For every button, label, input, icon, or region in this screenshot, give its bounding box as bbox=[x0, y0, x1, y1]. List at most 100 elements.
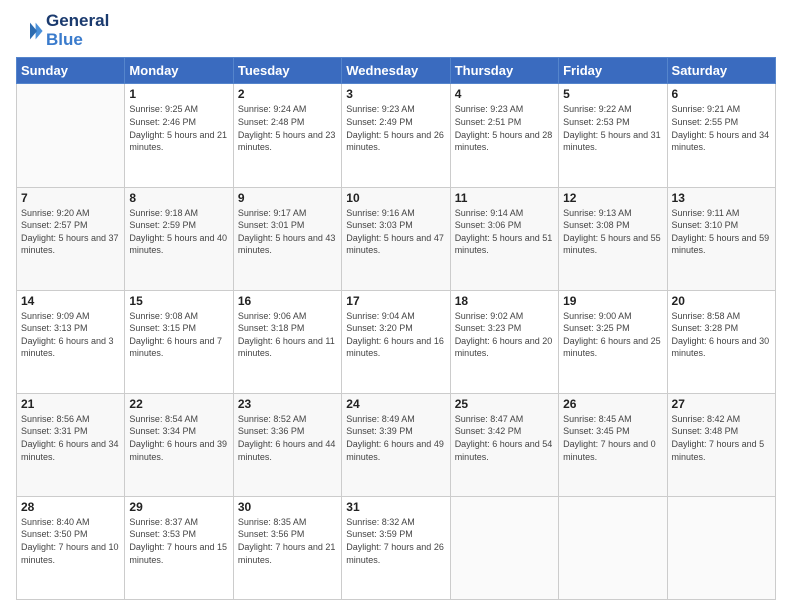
day-info: Sunrise: 9:08 AMSunset: 3:15 PMDaylight:… bbox=[129, 311, 222, 359]
day-info: Sunrise: 9:25 AMSunset: 2:46 PMDaylight:… bbox=[129, 104, 227, 152]
calendar-cell: 18 Sunrise: 9:02 AMSunset: 3:23 PMDaylig… bbox=[450, 290, 558, 393]
calendar-cell: 27 Sunrise: 8:42 AMSunset: 3:48 PMDaylig… bbox=[667, 393, 775, 496]
calendar-week-row: 14 Sunrise: 9:09 AMSunset: 3:13 PMDaylig… bbox=[17, 290, 776, 393]
day-info: Sunrise: 9:24 AMSunset: 2:48 PMDaylight:… bbox=[238, 104, 336, 152]
day-info: Sunrise: 9:23 AMSunset: 2:49 PMDaylight:… bbox=[346, 104, 444, 152]
calendar-cell: 2 Sunrise: 9:24 AMSunset: 2:48 PMDayligh… bbox=[233, 84, 341, 187]
day-number: 15 bbox=[129, 294, 228, 308]
day-number: 13 bbox=[672, 191, 771, 205]
day-number: 27 bbox=[672, 397, 771, 411]
calendar-cell: 29 Sunrise: 8:37 AMSunset: 3:53 PMDaylig… bbox=[125, 496, 233, 599]
day-info: Sunrise: 8:32 AMSunset: 3:59 PMDaylight:… bbox=[346, 517, 444, 565]
calendar-cell: 3 Sunrise: 9:23 AMSunset: 2:49 PMDayligh… bbox=[342, 84, 450, 187]
calendar-week-row: 21 Sunrise: 8:56 AMSunset: 3:31 PMDaylig… bbox=[17, 393, 776, 496]
day-number: 4 bbox=[455, 87, 554, 101]
day-info: Sunrise: 8:42 AMSunset: 3:48 PMDaylight:… bbox=[672, 414, 765, 462]
day-number: 22 bbox=[129, 397, 228, 411]
logo: General Blue bbox=[16, 12, 109, 49]
calendar-cell: 22 Sunrise: 8:54 AMSunset: 3:34 PMDaylig… bbox=[125, 393, 233, 496]
calendar-cell: 5 Sunrise: 9:22 AMSunset: 2:53 PMDayligh… bbox=[559, 84, 667, 187]
calendar-header-row: SundayMondayTuesdayWednesdayThursdayFrid… bbox=[17, 58, 776, 84]
day-info: Sunrise: 8:45 AMSunset: 3:45 PMDaylight:… bbox=[563, 414, 656, 462]
day-number: 5 bbox=[563, 87, 662, 101]
calendar-cell: 17 Sunrise: 9:04 AMSunset: 3:20 PMDaylig… bbox=[342, 290, 450, 393]
logo-text: General Blue bbox=[46, 12, 109, 49]
calendar-cell: 12 Sunrise: 9:13 AMSunset: 3:08 PMDaylig… bbox=[559, 187, 667, 290]
day-number: 6 bbox=[672, 87, 771, 101]
calendar-cell bbox=[559, 496, 667, 599]
day-info: Sunrise: 9:13 AMSunset: 3:08 PMDaylight:… bbox=[563, 208, 661, 256]
day-number: 1 bbox=[129, 87, 228, 101]
col-header-sunday: Sunday bbox=[17, 58, 125, 84]
day-info: Sunrise: 9:02 AMSunset: 3:23 PMDaylight:… bbox=[455, 311, 553, 359]
day-number: 12 bbox=[563, 191, 662, 205]
calendar-cell: 21 Sunrise: 8:56 AMSunset: 3:31 PMDaylig… bbox=[17, 393, 125, 496]
day-info: Sunrise: 9:00 AMSunset: 3:25 PMDaylight:… bbox=[563, 311, 661, 359]
col-header-thursday: Thursday bbox=[450, 58, 558, 84]
col-header-friday: Friday bbox=[559, 58, 667, 84]
day-info: Sunrise: 9:22 AMSunset: 2:53 PMDaylight:… bbox=[563, 104, 661, 152]
calendar-cell: 13 Sunrise: 9:11 AMSunset: 3:10 PMDaylig… bbox=[667, 187, 775, 290]
calendar-cell bbox=[667, 496, 775, 599]
calendar-cell: 15 Sunrise: 9:08 AMSunset: 3:15 PMDaylig… bbox=[125, 290, 233, 393]
day-info: Sunrise: 9:21 AMSunset: 2:55 PMDaylight:… bbox=[672, 104, 770, 152]
day-number: 2 bbox=[238, 87, 337, 101]
day-number: 9 bbox=[238, 191, 337, 205]
day-number: 14 bbox=[21, 294, 120, 308]
day-number: 29 bbox=[129, 500, 228, 514]
day-info: Sunrise: 9:04 AMSunset: 3:20 PMDaylight:… bbox=[346, 311, 444, 359]
day-info: Sunrise: 9:11 AMSunset: 3:10 PMDaylight:… bbox=[672, 208, 770, 256]
day-number: 11 bbox=[455, 191, 554, 205]
day-number: 26 bbox=[563, 397, 662, 411]
day-info: Sunrise: 8:58 AMSunset: 3:28 PMDaylight:… bbox=[672, 311, 770, 359]
day-number: 20 bbox=[672, 294, 771, 308]
day-info: Sunrise: 9:06 AMSunset: 3:18 PMDaylight:… bbox=[238, 311, 335, 359]
day-info: Sunrise: 9:20 AMSunset: 2:57 PMDaylight:… bbox=[21, 208, 119, 256]
calendar-cell bbox=[17, 84, 125, 187]
calendar-cell bbox=[450, 496, 558, 599]
calendar-cell: 23 Sunrise: 8:52 AMSunset: 3:36 PMDaylig… bbox=[233, 393, 341, 496]
day-info: Sunrise: 8:54 AMSunset: 3:34 PMDaylight:… bbox=[129, 414, 227, 462]
header: General Blue bbox=[16, 12, 776, 49]
day-number: 30 bbox=[238, 500, 337, 514]
day-info: Sunrise: 8:52 AMSunset: 3:36 PMDaylight:… bbox=[238, 414, 336, 462]
calendar-cell: 19 Sunrise: 9:00 AMSunset: 3:25 PMDaylig… bbox=[559, 290, 667, 393]
calendar-cell: 26 Sunrise: 8:45 AMSunset: 3:45 PMDaylig… bbox=[559, 393, 667, 496]
day-info: Sunrise: 9:23 AMSunset: 2:51 PMDaylight:… bbox=[455, 104, 553, 152]
day-number: 17 bbox=[346, 294, 445, 308]
calendar-cell: 11 Sunrise: 9:14 AMSunset: 3:06 PMDaylig… bbox=[450, 187, 558, 290]
day-info: Sunrise: 8:47 AMSunset: 3:42 PMDaylight:… bbox=[455, 414, 553, 462]
day-number: 25 bbox=[455, 397, 554, 411]
day-number: 16 bbox=[238, 294, 337, 308]
calendar-cell: 20 Sunrise: 8:58 AMSunset: 3:28 PMDaylig… bbox=[667, 290, 775, 393]
calendar-cell: 10 Sunrise: 9:16 AMSunset: 3:03 PMDaylig… bbox=[342, 187, 450, 290]
day-number: 23 bbox=[238, 397, 337, 411]
day-number: 21 bbox=[21, 397, 120, 411]
day-number: 19 bbox=[563, 294, 662, 308]
calendar-cell: 7 Sunrise: 9:20 AMSunset: 2:57 PMDayligh… bbox=[17, 187, 125, 290]
calendar-cell: 1 Sunrise: 9:25 AMSunset: 2:46 PMDayligh… bbox=[125, 84, 233, 187]
calendar-cell: 8 Sunrise: 9:18 AMSunset: 2:59 PMDayligh… bbox=[125, 187, 233, 290]
col-header-wednesday: Wednesday bbox=[342, 58, 450, 84]
calendar-table: SundayMondayTuesdayWednesdayThursdayFrid… bbox=[16, 57, 776, 600]
day-info: Sunrise: 9:16 AMSunset: 3:03 PMDaylight:… bbox=[346, 208, 444, 256]
logo-icon bbox=[16, 17, 44, 45]
day-info: Sunrise: 8:49 AMSunset: 3:39 PMDaylight:… bbox=[346, 414, 444, 462]
calendar-cell: 30 Sunrise: 8:35 AMSunset: 3:56 PMDaylig… bbox=[233, 496, 341, 599]
day-info: Sunrise: 8:37 AMSunset: 3:53 PMDaylight:… bbox=[129, 517, 227, 565]
col-header-saturday: Saturday bbox=[667, 58, 775, 84]
calendar-week-row: 1 Sunrise: 9:25 AMSunset: 2:46 PMDayligh… bbox=[17, 84, 776, 187]
calendar-cell: 24 Sunrise: 8:49 AMSunset: 3:39 PMDaylig… bbox=[342, 393, 450, 496]
calendar-cell: 4 Sunrise: 9:23 AMSunset: 2:51 PMDayligh… bbox=[450, 84, 558, 187]
calendar-cell: 31 Sunrise: 8:32 AMSunset: 3:59 PMDaylig… bbox=[342, 496, 450, 599]
day-number: 28 bbox=[21, 500, 120, 514]
day-info: Sunrise: 9:18 AMSunset: 2:59 PMDaylight:… bbox=[129, 208, 227, 256]
day-info: Sunrise: 9:17 AMSunset: 3:01 PMDaylight:… bbox=[238, 208, 336, 256]
day-number: 3 bbox=[346, 87, 445, 101]
day-number: 7 bbox=[21, 191, 120, 205]
calendar-cell: 6 Sunrise: 9:21 AMSunset: 2:55 PMDayligh… bbox=[667, 84, 775, 187]
day-info: Sunrise: 9:09 AMSunset: 3:13 PMDaylight:… bbox=[21, 311, 114, 359]
calendar-week-row: 7 Sunrise: 9:20 AMSunset: 2:57 PMDayligh… bbox=[17, 187, 776, 290]
day-number: 8 bbox=[129, 191, 228, 205]
page: General Blue SundayMondayTuesdayWednesda… bbox=[0, 0, 792, 612]
